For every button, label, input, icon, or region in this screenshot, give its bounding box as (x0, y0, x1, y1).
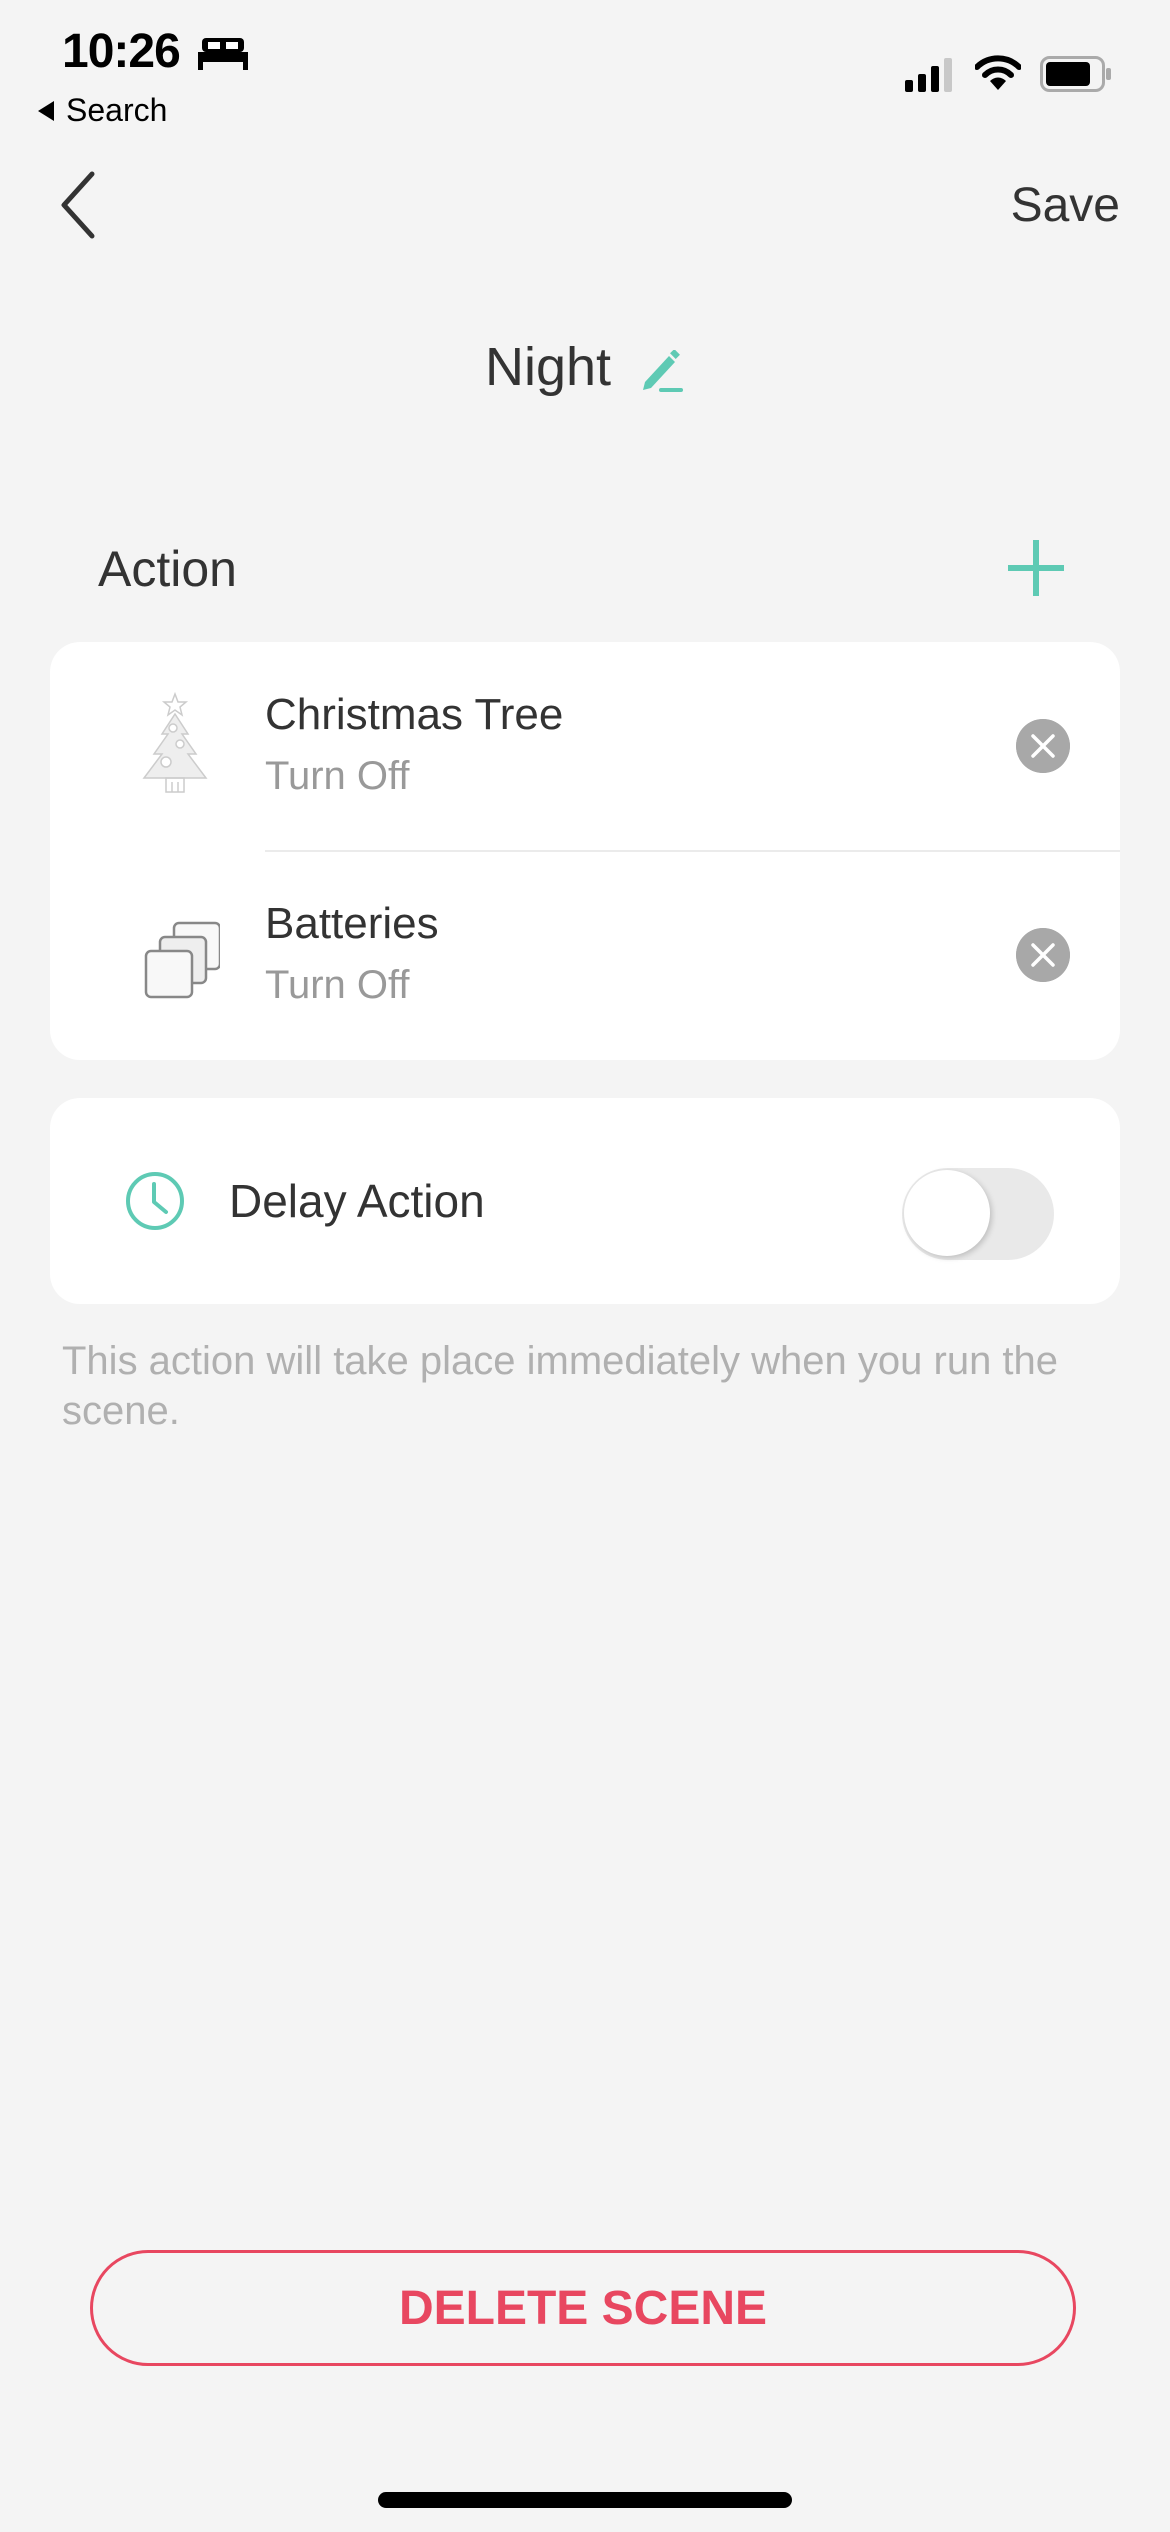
add-action-button[interactable] (1004, 536, 1068, 600)
remove-action-button[interactable] (1016, 719, 1070, 773)
action-device-state: Turn Off (265, 963, 410, 1007)
remove-action-button[interactable] (1016, 928, 1070, 982)
action-item[interactable]: Batteries Turn Off (50, 851, 1120, 1060)
action-device-name: Batteries (265, 899, 439, 948)
delay-action-label: Delay Action (229, 1175, 485, 1227)
battery-icon (1040, 56, 1111, 92)
delay-action-toggle[interactable] (902, 1168, 1054, 1260)
scene-title: Night (484, 337, 612, 397)
action-section-label: Action (98, 541, 237, 597)
home-indicator[interactable] (378, 2492, 792, 2508)
action-list-card: Christmas Tree Turn Off Batteries Turn O… (50, 642, 1120, 1060)
action-device-name: Christmas Tree (265, 690, 564, 739)
delay-description: This action will take place immediately … (62, 1339, 1059, 1433)
back-app-label: Search (66, 92, 168, 128)
edit-pencil-icon[interactable] (639, 350, 685, 396)
sleep-focus-icon (198, 38, 248, 70)
action-item[interactable]: Christmas Tree Turn Off (50, 642, 1120, 852)
cellular-signal-icon (905, 58, 952, 92)
stacked-devices-icon (144, 921, 220, 999)
action-device-state: Turn Off (265, 754, 410, 798)
back-triangle-icon (38, 100, 54, 121)
delay-action-card: Delay Action (50, 1098, 1120, 1304)
back-button[interactable] (56, 170, 106, 240)
delete-scene-button[interactable]: DELETE SCENE (90, 2250, 1076, 2366)
scene-title-row: Night (0, 336, 1170, 398)
toggle-knob (904, 1170, 990, 1256)
clock-icon (126, 1172, 184, 1230)
christmas-tree-icon (142, 692, 208, 793)
status-time: 10:26 (62, 25, 181, 78)
save-button[interactable]: Save (1011, 178, 1120, 233)
wifi-icon (975, 55, 1021, 90)
back-to-search-link[interactable]: Search (38, 92, 167, 129)
